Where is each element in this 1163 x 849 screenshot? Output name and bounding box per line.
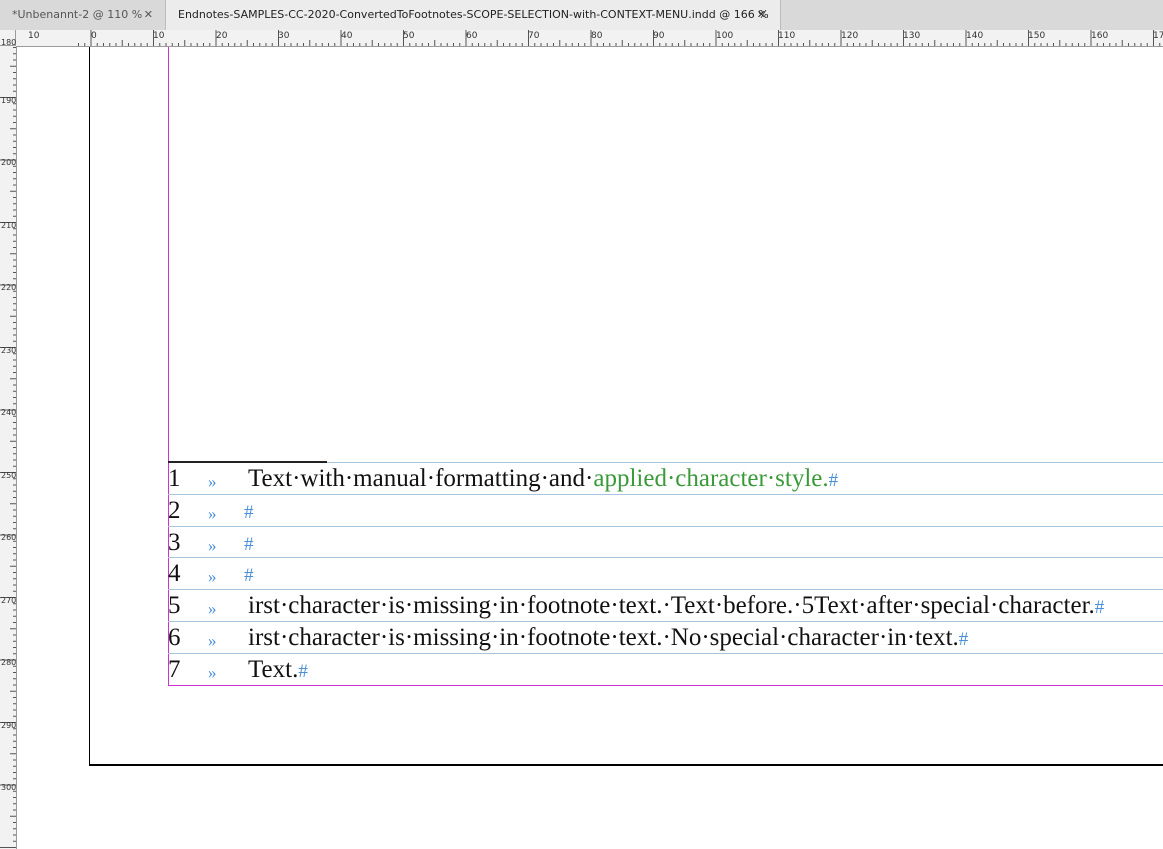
tab-marker-icon: »	[208, 631, 217, 650]
ruler-label: 100	[716, 31, 734, 41]
end-of-story-icon: #	[958, 629, 969, 650]
ruler-label: 30	[278, 31, 290, 41]
ruler-label: 210	[1, 221, 17, 230]
ruler-label: 240	[1, 408, 17, 417]
close-icon[interactable]: ✕	[144, 0, 153, 30]
footnote-text-plain: irst·character·is·missing·in·footnote·te…	[248, 624, 959, 651]
footnote-text-character-style: applied·character·style.	[593, 465, 829, 492]
footnote-number: 7	[168, 656, 181, 683]
footnote-text[interactable]: Text.#	[248, 657, 308, 682]
end-of-story-icon: #	[828, 470, 839, 491]
document-canvas[interactable]: 1 » Text·with·manual·formatting·and·appl…	[17, 47, 1163, 849]
tab-marker-icon: »	[208, 472, 217, 491]
footnote-text[interactable]: irst·character·is·missing·in·footnote·te…	[248, 625, 968, 650]
footnote-number: 2	[168, 497, 181, 524]
ruler-label: 20	[216, 31, 228, 41]
footnote-number: 5	[168, 592, 181, 619]
footnote-line[interactable]: 5 » irst·character·is·missing·in·footnot…	[168, 590, 1163, 622]
end-of-story-icon: #	[244, 502, 254, 523]
end-of-story-icon: #	[298, 661, 308, 682]
ruler-label: 10	[28, 31, 40, 41]
page-edge-left	[89, 47, 90, 765]
footnote-line[interactable]: 3 » #	[168, 527, 1163, 559]
footnote-line[interactable]: 7 » Text.#	[168, 654, 1163, 686]
footnote-text-plain: Text·with·manual·formatting·and·	[248, 465, 594, 492]
tab-endnotes-document[interactable]: Endnotes-SAMPLES-CC-2020-ConvertedToFoot…	[165, 0, 781, 30]
ruler-label: 190	[1, 96, 17, 105]
tab-unbenannt-2[interactable]: *Unbenannt-2 @ 110 % ✕	[0, 0, 165, 30]
ruler-label: 260	[1, 533, 17, 542]
tab-marker-icon: »	[208, 536, 217, 555]
ruler-label: 150	[1028, 31, 1046, 41]
footnote-text[interactable]: #	[244, 530, 254, 555]
footnote-text-plain: Text.	[248, 656, 299, 683]
footnote-number: 6	[168, 624, 181, 651]
ruler-label: 230	[1, 346, 17, 355]
ruler-label: 17	[1153, 31, 1163, 41]
ruler-label: 280	[1, 658, 17, 667]
tab-label: Endnotes-SAMPLES-CC-2020-ConvertedToFoot…	[178, 8, 769, 21]
footnote-text-plain: irst·character·is·missing·in·footnote·te…	[248, 592, 1095, 619]
footnote-line[interactable]: 4 » #	[168, 558, 1163, 590]
ruler-label: 60	[466, 31, 478, 41]
footnote-text[interactable]: #	[244, 498, 254, 523]
ruler-label: 110	[778, 31, 796, 41]
footnote-line[interactable]: 1 » Text·with·manual·formatting·and·appl…	[168, 463, 1163, 495]
ruler-label: 50	[403, 31, 415, 41]
horizontal-ruler-ticks	[78, 30, 1161, 46]
ruler-label: 140	[966, 31, 984, 41]
tab-marker-icon: »	[208, 599, 217, 618]
footnote-number: 4	[168, 560, 181, 587]
ruler-label: 130	[903, 31, 921, 41]
tab-marker-icon: »	[208, 663, 217, 682]
ruler-label: 90	[653, 31, 665, 41]
end-of-story-icon: #	[244, 534, 254, 555]
tab-label: *Unbenannt-2 @ 110 %	[12, 8, 143, 21]
ruler-label: 120	[841, 31, 859, 41]
ruler-label: 290	[1, 721, 17, 730]
ruler-label: 0	[91, 31, 97, 41]
horizontal-ruler[interactable]: 10 0 10 20 30 40 50 60 70 80 90 100 110 …	[16, 30, 1163, 47]
end-of-story-icon: #	[1094, 597, 1105, 618]
footnote-text[interactable]: Text·with·manual·formatting·and·applied·…	[248, 466, 838, 491]
tab-marker-icon: »	[208, 504, 217, 523]
ruler-label: 180	[1, 38, 17, 47]
ruler-label: 250	[1, 471, 17, 480]
document-tab-bar: *Unbenannt-2 @ 110 % ✕ Endnotes-SAMPLES-…	[0, 0, 1163, 31]
footnote-line[interactable]: 2 » #	[168, 495, 1163, 527]
footnote-text[interactable]: #	[244, 561, 254, 586]
vertical-ruler[interactable]: 180 190 200 210 220 230 240 250 260 270 …	[0, 38, 17, 849]
ruler-label: 40	[341, 31, 353, 41]
page-edge-bottom	[89, 764, 1163, 766]
ruler-label: 80	[591, 31, 603, 41]
ruler-label: 160	[1091, 31, 1109, 41]
ruler-label: 70	[528, 31, 540, 41]
footnote-number: 3	[168, 529, 181, 556]
footnote-line[interactable]: 6 » irst·character·is·missing·in·footnot…	[168, 622, 1163, 654]
ruler-label: 220	[1, 283, 17, 292]
tab-marker-icon: »	[208, 567, 217, 586]
footnote-text[interactable]: irst·character·is·missing·in·footnote·te…	[248, 593, 1104, 618]
ruler-label: 10	[153, 31, 165, 41]
footnote-number: 1	[168, 465, 181, 492]
end-of-story-icon: #	[244, 565, 254, 586]
ruler-label: 300	[1, 783, 17, 792]
ruler-label: 200	[1, 158, 17, 167]
close-icon[interactable]: ✕	[757, 0, 766, 30]
ruler-label: 270	[1, 596, 17, 605]
